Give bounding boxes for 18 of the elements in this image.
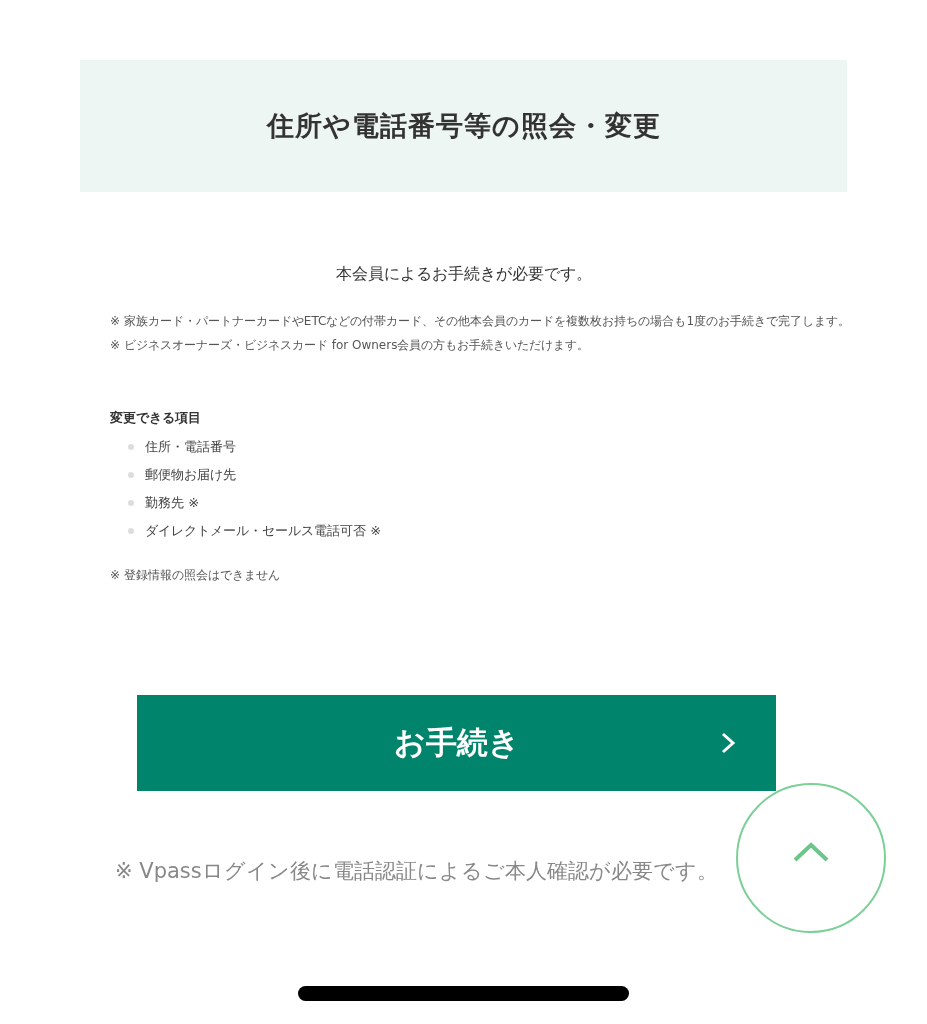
list-item-text: ダイレクトメール・セールス電話可否 ※ [145, 522, 382, 540]
note-text: ※ ビジネスオーナーズ・ビジネスカード for Owners会員の方もお手続きいただけます。 [110, 337, 591, 353]
chevron-up-icon [791, 840, 831, 864]
bullet-icon [128, 472, 134, 478]
bullet-icon [128, 500, 134, 506]
page-title: 住所や電話番号等の照会・変更 [266, 109, 661, 143]
chevron-right-icon [720, 731, 736, 755]
procedure-button[interactable]: お手続き [137, 695, 776, 791]
list-item-text: 郵便物お届け先 [145, 466, 236, 484]
bullet-icon [128, 528, 134, 534]
list-item-text: 勤務先 ※ [145, 494, 200, 512]
bullet-icon [128, 444, 134, 450]
note-text: ※ 家族カード・パートナーカードやETCなどの付帯カード、その他本会員のカードを複数枚お持ちの場合も1度のお手続きで完了します。 [110, 313, 852, 329]
list-item-text: 住所・電話番号 [145, 438, 236, 456]
lead-text: 本会員によるお手続きが必要です。 [334, 264, 593, 285]
login-note-text: ※ Vpassログイン後に電話認証によるご本人確認が必要です。 [115, 858, 719, 885]
note-text: ※ 登録情報の照会はできません [110, 567, 281, 583]
section-heading: 変更できる項目 [110, 409, 202, 427]
